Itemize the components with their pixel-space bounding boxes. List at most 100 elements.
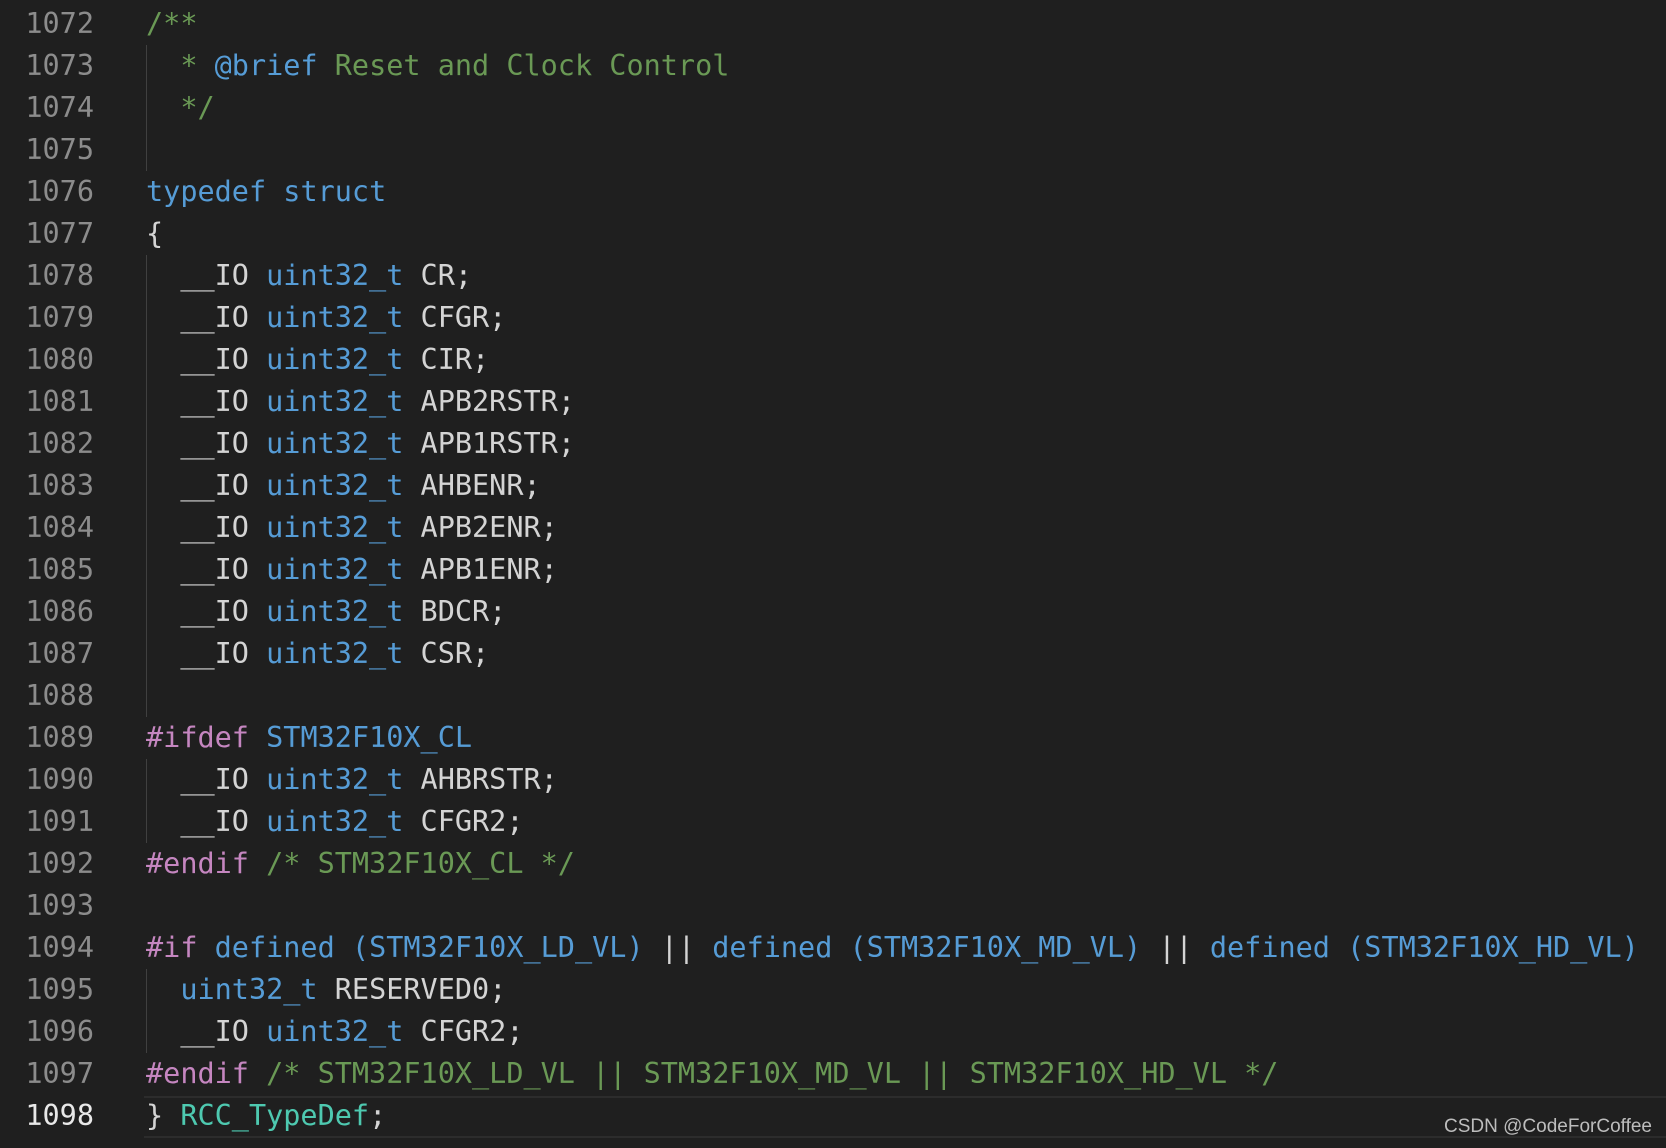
line-number: 1091 — [25, 805, 94, 838]
code-line[interactable]: 1098} RCC_TypeDef; — [0, 1095, 1666, 1138]
code-text[interactable]: /** — [146, 3, 197, 45]
line-number: 1085 — [25, 553, 94, 586]
code-text[interactable]: __IO uint32_t AHBENR; — [146, 465, 541, 507]
code-text[interactable]: __IO uint32_t APB2RSTR; — [146, 381, 575, 423]
code-token: APB1ENR; — [403, 553, 558, 586]
code-text[interactable]: #ifdef STM32F10X_CL — [146, 717, 472, 759]
code-text[interactable]: __IO uint32_t APB2ENR; — [146, 507, 558, 549]
code-text[interactable]: * @brief Reset and Clock Control — [146, 45, 729, 87]
code-text[interactable]: #endif /* STM32F10X_CL */ — [146, 843, 575, 885]
indent-guide — [146, 675, 147, 717]
code-text[interactable]: __IO uint32_t CFGR2; — [146, 1011, 523, 1053]
code-line[interactable]: 1091 __IO uint32_t CFGR2; — [0, 801, 1666, 843]
code-token: /* STM32F10X_CL */ — [248, 847, 575, 880]
line-number: 1077 — [25, 217, 94, 250]
code-line[interactable]: 1075 — [0, 129, 1666, 171]
code-token: CSR; — [403, 637, 490, 670]
code-token: uint32_t — [266, 553, 404, 586]
code-token: uint32_t — [266, 763, 404, 796]
line-number: 1080 — [25, 343, 94, 376]
watermark: CSDN @CodeForCoffee — [1444, 1116, 1652, 1137]
code-token: || — [643, 931, 713, 964]
line-number: 1073 — [25, 49, 94, 82]
line-number: 1079 — [25, 301, 94, 334]
code-token: __IO — [146, 427, 267, 460]
code-line[interactable]: 1088 — [0, 675, 1666, 717]
line-number: 1093 — [25, 889, 94, 922]
code-token: Reset and Clock Control — [317, 49, 730, 82]
code-text[interactable]: __IO uint32_t CIR; — [146, 339, 489, 381]
line-number: 1082 — [25, 427, 94, 460]
code-text[interactable]: __IO uint32_t BDCR; — [146, 591, 506, 633]
code-line[interactable]: 1079 __IO uint32_t CFGR; — [0, 297, 1666, 339]
code-text[interactable]: #endif /* STM32F10X_LD_VL || STM32F10X_M… — [146, 1053, 1278, 1095]
code-token: __IO — [146, 301, 267, 334]
code-text[interactable]: __IO uint32_t AHBRSTR; — [146, 759, 558, 801]
code-token: defined (STM32F10X_MD_VL) — [712, 931, 1142, 964]
code-text[interactable]: } RCC_TypeDef; — [146, 1095, 386, 1137]
code-line[interactable]: 1094 #if defined (STM32F10X_LD_VL) || def… — [0, 927, 1666, 969]
code-text[interactable]: __IO uint32_t CFGR2; — [146, 801, 524, 843]
line-number: 1092 — [25, 847, 94, 880]
line-number: 1088 — [25, 679, 94, 712]
code-token: uint32_t — [266, 1015, 404, 1048]
code-token: __IO — [146, 805, 267, 838]
code-line[interactable]: 1089 #ifdef STM32F10X_CL — [0, 717, 1666, 759]
code-line[interactable]: 1096 __IO uint32_t CFGR2; — [0, 1011, 1666, 1053]
code-line[interactable]: 1073 * @brief Reset and Clock Control — [0, 45, 1666, 87]
code-editor[interactable]: 1072 /** 1073 * @brief Reset and Clock Con… — [0, 3, 1666, 1138]
code-text[interactable]: #if defined (STM32F10X_LD_VL) || defined… — [146, 927, 1639, 969]
code-token: uint32_t — [266, 595, 404, 628]
code-line[interactable]: 1077 { — [0, 213, 1666, 255]
code-line[interactable]: 1072 /** — [0, 3, 1666, 45]
line-number: 1095 — [25, 973, 94, 1006]
line-number: 1087 — [25, 637, 94, 670]
code-text[interactable]: */ — [146, 87, 215, 129]
code-line[interactable]: 1080 __IO uint32_t CIR; — [0, 339, 1666, 381]
code-line[interactable]: 1087 __IO uint32_t CSR; — [0, 633, 1666, 675]
code-line[interactable]: 1092 #endif /* STM32F10X_CL */ — [0, 843, 1666, 885]
code-line[interactable]: 1093 — [0, 885, 1666, 927]
code-line[interactable]: 1081 __IO uint32_t APB2RSTR; — [0, 381, 1666, 423]
line-number: 1089 — [25, 721, 94, 754]
code-text[interactable]: __IO uint32_t CSR; — [146, 633, 489, 675]
code-line[interactable]: 1086 __IO uint32_t BDCR; — [0, 591, 1666, 633]
code-token: || — [1141, 931, 1210, 964]
code-text[interactable]: typedef struct — [146, 171, 386, 213]
code-line[interactable]: 1090 __IO uint32_t AHBRSTR; — [0, 759, 1666, 801]
code-token: uint32_t — [266, 343, 404, 376]
line-number: 1076 — [25, 175, 94, 208]
code-line[interactable]: 1074 */ — [0, 87, 1666, 129]
code-line[interactable]: 1097 #endif /* STM32F10X_LD_VL || STM32F1… — [0, 1053, 1666, 1095]
indent-guide — [146, 129, 147, 171]
code-line[interactable]: 1095 uint32_t RESERVED0; — [0, 969, 1666, 1011]
code-token: __IO — [146, 1015, 267, 1048]
code-token: APB1RSTR; — [403, 427, 575, 460]
line-number: 1086 — [25, 595, 94, 628]
code-token: CFGR2; — [403, 805, 524, 838]
code-line[interactable]: 1078 __IO uint32_t CR; — [0, 255, 1666, 297]
code-token: __IO — [146, 763, 267, 796]
code-token: STM32F10X_CL — [266, 721, 473, 754]
code-token: __IO — [146, 511, 267, 544]
code-token: struct — [283, 175, 387, 208]
code-line[interactable]: 1083 __IO uint32_t AHBENR; — [0, 465, 1666, 507]
code-line[interactable]: 1082 __IO uint32_t APB1RSTR; — [0, 423, 1666, 465]
code-token: uint32_t — [266, 301, 404, 334]
code-text[interactable]: __IO uint32_t CFGR; — [146, 297, 506, 339]
code-text[interactable]: __IO uint32_t APB1ENR; — [146, 549, 558, 591]
code-text[interactable]: uint32_t RESERVED0; — [146, 969, 506, 1011]
code-token: __IO — [146, 343, 267, 376]
code-token: */ — [146, 91, 215, 124]
code-text[interactable]: __IO uint32_t APB1RSTR; — [146, 423, 575, 465]
code-token: #endif — [146, 1057, 249, 1090]
code-line[interactable]: 1085 __IO uint32_t APB1ENR; — [0, 549, 1666, 591]
code-text[interactable]: __IO uint32_t CR; — [146, 255, 472, 297]
code-token: AHBENR; — [403, 469, 541, 502]
code-line[interactable]: 1084 __IO uint32_t APB2ENR; — [0, 507, 1666, 549]
line-number: 1090 — [25, 763, 94, 796]
code-text[interactable]: { — [146, 213, 163, 255]
code-line[interactable]: 1076 typedef struct — [0, 171, 1666, 213]
code-token: /* STM32F10X_LD_VL || STM32F10X_MD_VL ||… — [248, 1057, 1279, 1090]
